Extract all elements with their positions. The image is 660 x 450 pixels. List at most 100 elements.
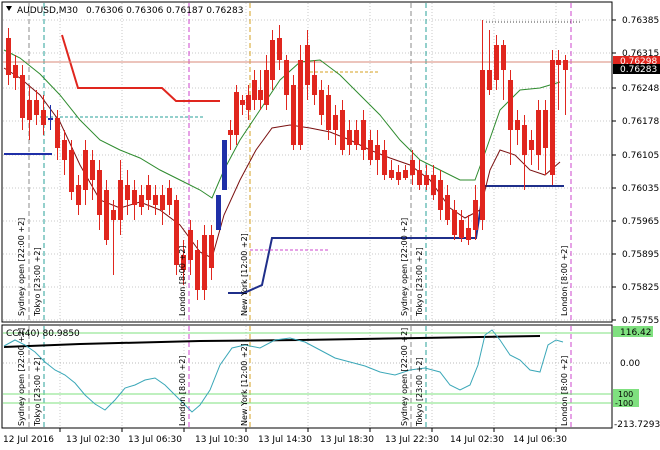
indicator-label: CCI(40) 80.9850 bbox=[6, 329, 80, 339]
candle-body bbox=[277, 38, 282, 60]
candle-body bbox=[234, 92, 239, 135]
candle-body bbox=[125, 185, 130, 200]
candle-body bbox=[41, 110, 46, 125]
candle-body bbox=[501, 45, 506, 70]
session-label: Sydney open [22:00 +2] bbox=[400, 218, 409, 316]
price-tick-label: 0.76385 bbox=[622, 16, 659, 26]
candle-body bbox=[222, 140, 227, 190]
candle-body bbox=[522, 125, 527, 155]
candle-body bbox=[312, 75, 317, 95]
osc-zero-label: 0.00 bbox=[620, 359, 640, 369]
candle-body bbox=[284, 60, 289, 95]
candle-body bbox=[340, 110, 345, 150]
candle-body bbox=[202, 235, 207, 290]
session-label: London [8:00 +2] bbox=[560, 356, 569, 426]
candle-body bbox=[563, 60, 568, 70]
candle-body bbox=[487, 70, 492, 90]
candle-body bbox=[326, 95, 331, 130]
candle-body bbox=[368, 140, 373, 160]
price-tick-label: 0.76248 bbox=[622, 84, 659, 94]
session-label: Tokyo [23:00 +2] bbox=[33, 247, 42, 317]
candle-body bbox=[258, 90, 263, 100]
candle-body bbox=[480, 70, 485, 220]
candle-body bbox=[529, 140, 534, 150]
price-tick-label: 0.75965 bbox=[622, 217, 659, 227]
candle-body bbox=[417, 170, 422, 185]
osc-100-tag: 100 bbox=[618, 390, 633, 399]
candle-body bbox=[97, 170, 102, 215]
candle-body bbox=[195, 250, 200, 290]
candle-body bbox=[132, 190, 137, 205]
candle-body bbox=[139, 195, 144, 207]
session-label: Tokyo [23:00 +2] bbox=[33, 357, 42, 427]
price-tick-label: 0.76105 bbox=[622, 151, 659, 161]
time-tick-label: 12 Jul 2016 bbox=[3, 435, 54, 445]
candle-body bbox=[347, 130, 352, 145]
candle-body bbox=[375, 145, 380, 160]
candle-body bbox=[167, 188, 172, 205]
candle-body bbox=[410, 160, 415, 175]
time-tick-label: 14 Jul 06:30 bbox=[513, 435, 567, 445]
candle-body bbox=[188, 230, 193, 260]
session-label: Sydney open [22:00 +2] bbox=[400, 328, 409, 426]
session-label: Sydney open [22:00 +2] bbox=[17, 218, 26, 316]
candle-body bbox=[333, 115, 338, 130]
candle-body bbox=[473, 200, 478, 230]
candle-body bbox=[111, 210, 116, 220]
bid-price-tag: 0.76283 bbox=[620, 65, 657, 75]
candle-body bbox=[246, 95, 251, 110]
time-tick-label: 14 Jul 02:30 bbox=[450, 435, 504, 445]
candle-body bbox=[27, 100, 32, 120]
time-tick-label: 13 Jul 06:30 bbox=[128, 435, 182, 445]
candle-body bbox=[118, 180, 123, 220]
trading-chart: Sydney open [22:00 +2] Tokyo [23:00 +2] Lo… bbox=[1, 1, 660, 445]
candle-body bbox=[550, 60, 555, 175]
osc-bottom-label: -213.7293 bbox=[614, 420, 660, 430]
candle-body bbox=[146, 185, 151, 200]
chart-header-ohlc: 0.76306 0.76306 0.76187 0.76283 bbox=[86, 6, 243, 16]
candle-body bbox=[240, 100, 245, 105]
candle-body bbox=[34, 100, 39, 115]
candle-body bbox=[62, 140, 67, 160]
osc-m100-tag: -100 bbox=[615, 399, 633, 408]
candle-body bbox=[160, 195, 165, 210]
candle-body bbox=[494, 45, 499, 80]
price-tick-label: 0.75755 bbox=[622, 316, 659, 326]
candle-body bbox=[438, 180, 443, 210]
candle-body bbox=[264, 70, 269, 105]
candle-body bbox=[403, 170, 408, 178]
session-label: London [8:00 +2] bbox=[178, 246, 187, 316]
candle-body bbox=[291, 85, 296, 145]
candle-body bbox=[48, 118, 53, 120]
candle-body bbox=[361, 120, 366, 150]
session-label: Tokyo [23:00 +2] bbox=[415, 357, 424, 427]
candle-body bbox=[76, 185, 81, 205]
candle-body bbox=[153, 195, 158, 205]
candle-body bbox=[298, 60, 303, 145]
time-tick-label: 13 Jul 22:30 bbox=[385, 435, 439, 445]
time-tick-label: 13 Jul 10:30 bbox=[195, 435, 249, 445]
candle-body bbox=[452, 210, 457, 235]
candle-body bbox=[508, 80, 513, 130]
price-tick-label: 0.76035 bbox=[622, 184, 659, 194]
candle-body bbox=[389, 170, 394, 178]
candle-body bbox=[216, 195, 221, 230]
session-label: New York [12:00 +2] bbox=[240, 343, 249, 426]
candle-body bbox=[305, 45, 310, 85]
candle-body bbox=[83, 150, 88, 190]
candle-body bbox=[424, 175, 429, 185]
price-tick-label: 0.76178 bbox=[622, 117, 659, 127]
candle-body bbox=[466, 228, 471, 240]
osc-top-tag: 116.42 bbox=[620, 328, 652, 338]
time-tick-label: 13 Jul 14:30 bbox=[258, 435, 312, 445]
candle-body bbox=[459, 220, 464, 238]
candle-body bbox=[556, 60, 561, 65]
candle-body bbox=[543, 110, 548, 148]
candle-body bbox=[13, 65, 18, 78]
candle-body bbox=[228, 130, 233, 135]
candle-body bbox=[354, 130, 359, 145]
candle-body bbox=[270, 40, 275, 80]
candle-body bbox=[319, 90, 324, 115]
candle-body bbox=[382, 150, 387, 175]
candle-body bbox=[20, 75, 25, 118]
